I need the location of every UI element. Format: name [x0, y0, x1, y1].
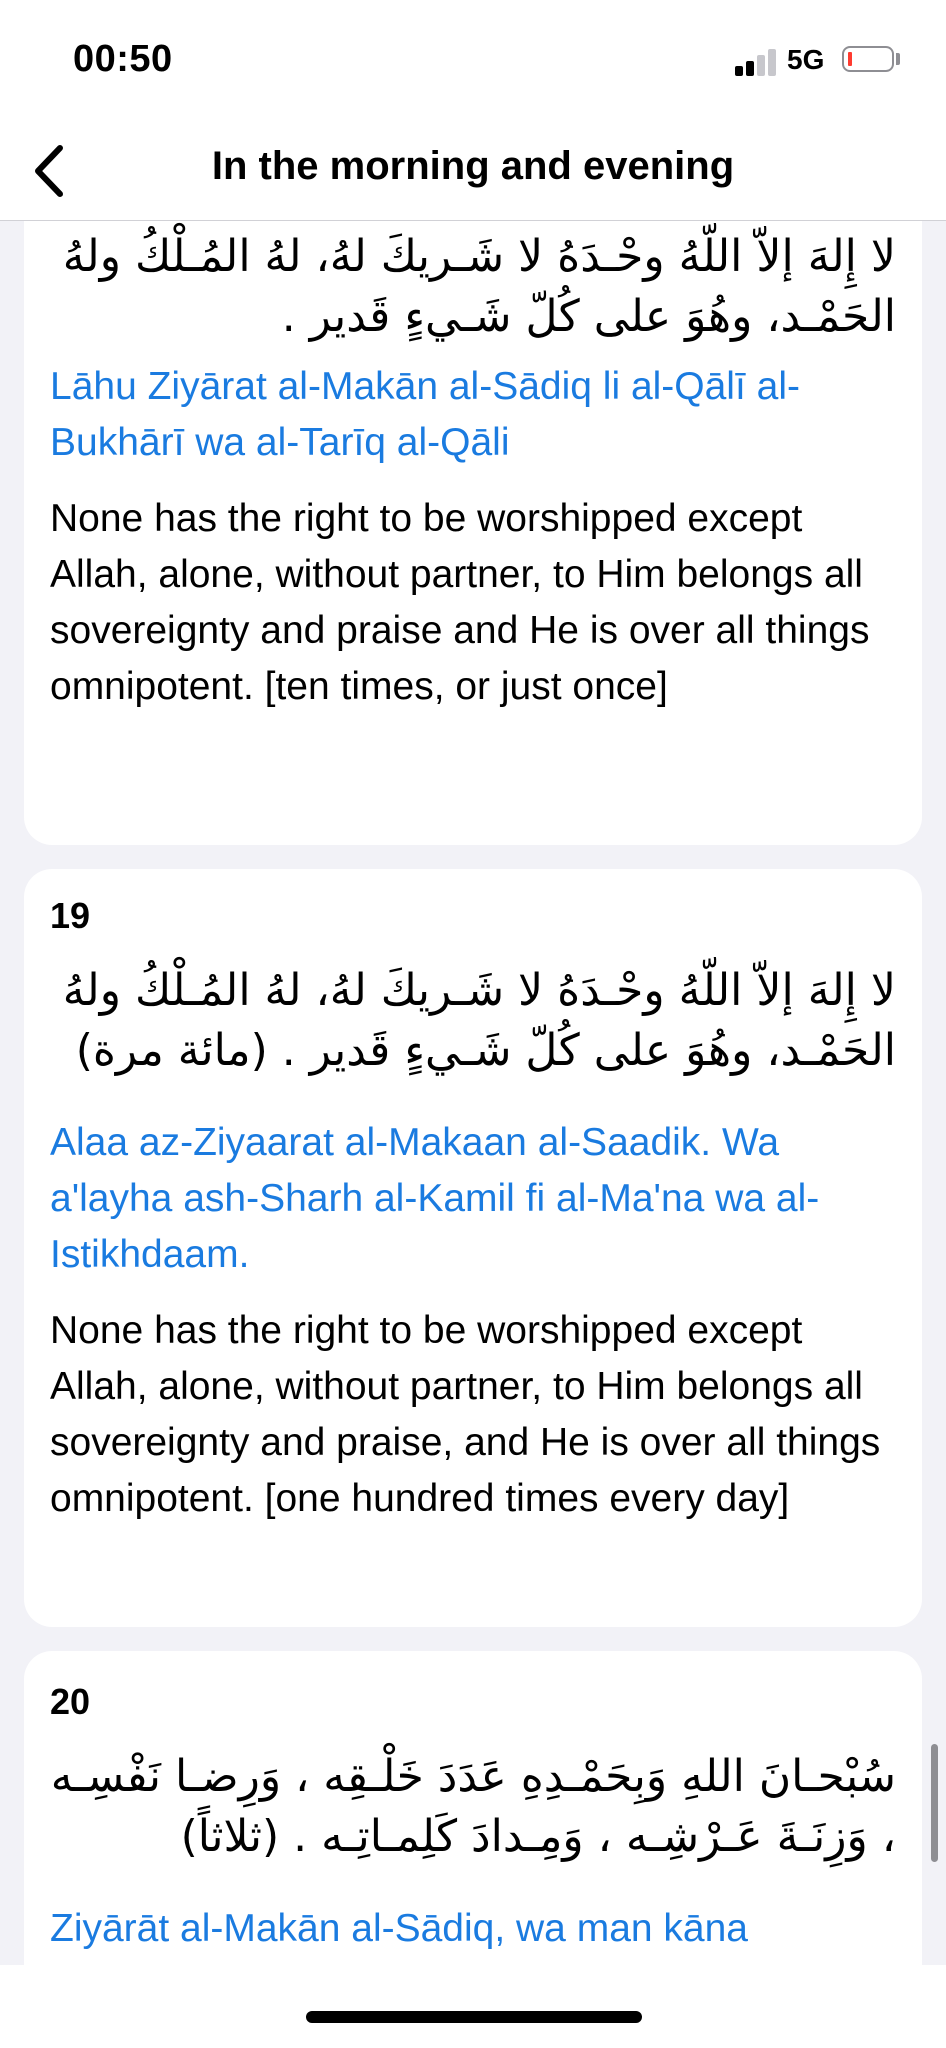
chevron-left-icon — [35, 145, 63, 197]
dhikr-card: لا إِلهَ إلاّ اللّهُ وحْـدَهُ لا شَـريكَ… — [24, 221, 922, 845]
arabic-text: لا إِلهَ إلاّ اللّهُ وحْـدَهُ لا شَـريكَ… — [62, 965, 896, 1076]
page-title: In the morning and evening — [211, 144, 735, 188]
back-button[interactable] — [28, 136, 78, 206]
transliteration-text: Lāhu Ziyārat al-Makān al-Sādiq li al-Qāl… — [50, 365, 800, 464]
transliteration-text: Alaa az-Ziyaarat al-Makaan al-Saadik. Wa… — [50, 1121, 820, 1276]
translation-text: None has the right to be worshipped exce… — [50, 497, 870, 708]
home-indicator-area — [0, 1965, 946, 2048]
nav-bar: In the morning and evening — [0, 122, 946, 221]
home-indicator[interactable] — [306, 2011, 642, 2023]
dhikr-card: 19 لا إِلهَ إلاّ اللّهُ وحْـدَهُ لا شَـر… — [24, 869, 922, 1627]
network-type: 5G — [787, 44, 825, 75]
battery-low-icon — [842, 46, 894, 72]
signal-bars-icon — [735, 48, 777, 76]
battery-tip — [896, 53, 900, 65]
translation-text: None has the right to be worshipped exce… — [50, 1309, 881, 1520]
arabic-text: سُبْحـانَ اللهِ وَبِحَمْـدِهِ عَدَدَ خَل… — [50, 1751, 896, 1862]
status-bar: 00:50 5G — [0, 0, 946, 122]
transliteration-text: Ziyārāt al-Makān al-Sādiq, wa man kāna — [50, 1907, 748, 1950]
scrollbar[interactable] — [931, 1744, 938, 1862]
dhikr-number: 20 — [50, 1681, 91, 1722]
arabic-text: لا إِلهَ إلاّ اللّهُ وحْـدَهُ لا شَـريكَ… — [62, 231, 896, 342]
status-time: 00:50 — [73, 38, 173, 80]
dhikr-number: 19 — [50, 895, 91, 936]
dhikr-list[interactable]: لا إِلهَ إلاّ اللّهُ وحْـدَهُ لا شَـريكَ… — [0, 221, 946, 1965]
dhikr-card: 20 سُبْحـانَ اللهِ وَبِحَمْـدِهِ عَدَدَ … — [24, 1651, 922, 1965]
